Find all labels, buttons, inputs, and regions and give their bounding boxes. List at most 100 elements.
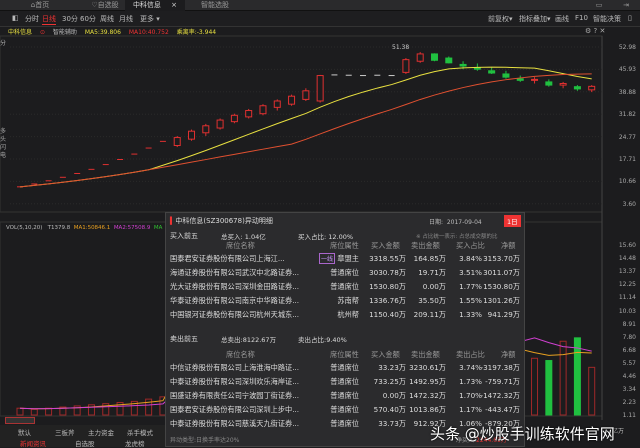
seat-attribute: 杭州帮 (337, 310, 359, 319)
candle-up (302, 90, 310, 100)
seat-attribute: 苏南帮 (337, 296, 359, 305)
seat-attribute: 普通席位 (330, 268, 359, 277)
buy-table-row[interactable]: 光大证券股份有限公司深圳金田路证券... 普通席位 1530.80万 0.00万 … (166, 280, 524, 293)
volume-tick: 15.60 (618, 242, 636, 249)
ratio-value: 1.17% (459, 405, 482, 414)
buy-amount: 33.23万 (378, 363, 406, 372)
column-header: 买入金额 (371, 241, 400, 250)
sell-amount: 1492.95万 (409, 377, 446, 386)
volume-tick: 2.23 (622, 399, 636, 407)
scroll-slider[interactable] (5, 417, 35, 424)
day-badge[interactable]: 1日 (504, 215, 521, 227)
buy-amount: 733.25万 (373, 377, 406, 386)
seat-tag-badge: 一线 (319, 253, 336, 264)
net-amount: 3153.70万 (483, 254, 520, 263)
ma-line (19, 66, 592, 188)
sell-ratio: 卖出占比:9.40% (298, 336, 347, 344)
volume-tick: 3.34 (622, 386, 636, 394)
column-header: 席位名称 (226, 241, 255, 250)
ratio-value: 3.74% (459, 363, 482, 372)
volume-tick: 5.57 (622, 359, 636, 367)
sell-header-row: 席位名称 席位属性 买入金额 卖出金额 卖出占比 净额 (166, 348, 524, 361)
volume-bar (16, 407, 24, 416)
seat-attribute: 普通席位 (330, 405, 359, 414)
column-header: 席位属性 (330, 350, 359, 359)
net-amount: -443.47万 (485, 405, 520, 414)
buy-table-row[interactable]: 海通证券股份有限公司武汉中北路证券... 普通席位 3030.78万 19.71万… (166, 266, 524, 279)
volume-tick: 1.11 (622, 412, 636, 420)
candle-up (245, 110, 253, 118)
seat-name: 光大证券股份有限公司深圳金田路证券... (170, 282, 300, 291)
sell-amount: 164.85万 (413, 254, 446, 263)
ratio-value: 1.77% (459, 282, 482, 291)
volume-header: VOL(5,10,20) T1379.8 MA1:50846.1 MA2:575… (6, 225, 163, 231)
volume-bar (145, 398, 153, 416)
price-tick: 31.82 (618, 111, 636, 119)
buy-table-row[interactable]: 华泰证券股份有限公司南京中华路证券... 苏南帮 1336.76万 35.50万 … (166, 294, 524, 307)
buy-amount: 570.40万 (373, 405, 406, 414)
column-header: 卖出金额 (411, 350, 440, 359)
sell-section-title: 卖出前五 (170, 335, 198, 343)
sell-total: 总卖出:8122.67万 (221, 336, 277, 344)
sell-table-row[interactable]: 中泰证券股份有限公司深圳欢乐海岸证... 普通席位 733.25万 1492.95… (166, 375, 524, 388)
candle-down (488, 70, 496, 74)
bottom-tabs: 默认 三板斧 主力资金 杀手模式 新闻资讯 自选股 龙虎榜 (0, 425, 165, 448)
column-header: 买入金额 (371, 350, 400, 359)
candle-up (259, 105, 267, 115)
tab-three-axes[interactable]: 三板斧 (55, 427, 75, 437)
buy-amount: 1150.40万 (369, 310, 406, 319)
seat-attribute: 普通席位 (330, 282, 359, 291)
seat-name: 中信证券股份有限公司上海淮海中路证... (170, 363, 300, 372)
volume-bar (573, 337, 581, 416)
sell-table-row[interactable]: 中信证券股份有限公司上海淮海中路证... 普通席位 33.23万 3230.61万… (166, 361, 524, 374)
buy-amount: 0.00万 (382, 391, 406, 400)
seat-attribute: 章盟主 (337, 254, 359, 263)
seat-attribute: 普通席位 (330, 377, 359, 386)
volume-tick: 13.37 (618, 268, 636, 276)
volume-tick: 11.14 (618, 294, 636, 302)
price-tick: 38.88 (618, 88, 636, 96)
candle-up (230, 114, 238, 123)
buy-table-row[interactable]: 中国银河证券股份有限公司杭州天城东... 杭州帮 1150.40万 209.11万… (166, 308, 524, 321)
net-amount: 3011.07万 (483, 268, 520, 277)
sell-amount: 209.11万 (413, 310, 446, 319)
price-tick: 24.77 (618, 133, 636, 141)
ratio-value: 3.51% (459, 268, 482, 277)
candle-down (430, 53, 438, 61)
candle-down (502, 73, 510, 78)
sell-amount: 3230.61万 (409, 363, 446, 372)
popup-title: ▍中科信息(SZ300678)异动明细 (170, 217, 273, 225)
seat-name: 国泰君安证券股份有限公司上海江... (170, 254, 285, 263)
volume-tick: 14.48 (618, 255, 636, 263)
buy-table-row[interactable]: 国泰君安证券股份有限公司上海江... 一线 章盟主 3318.55万 164.85万… (166, 252, 524, 265)
sell-table-row[interactable]: 国盛证券有限责任公司宁波园丁街证券... 普通席位 0.00万 1472.32万 … (166, 389, 524, 402)
buy-amount: 3318.55万 (369, 254, 406, 263)
candle-up (216, 119, 224, 129)
volume-bar (30, 408, 38, 416)
volume-tick: 8.91 (622, 320, 636, 328)
sell-amount: 35.50万 (418, 296, 446, 305)
candle-up (316, 75, 324, 102)
volume-bar (545, 360, 553, 416)
column-header: 买入占比 (456, 241, 485, 250)
volume-bar (588, 366, 596, 416)
price-panel-frame (0, 35, 603, 213)
candle-down (445, 57, 453, 64)
candle-up (531, 78, 539, 81)
candle-up (416, 53, 424, 62)
candle-down (516, 78, 524, 81)
ratio-value: 1.73% (459, 377, 482, 386)
seat-attribute: 普通席位 (330, 391, 359, 400)
price-tick: 45.93 (618, 66, 636, 74)
sell-table-row[interactable]: 国泰君安证券股份有限公司深圳上步中... 普通席位 570.40万 1013.86… (166, 403, 524, 416)
sell-amount: 1472.32万 (409, 391, 446, 400)
tab-default[interactable]: 默认 (18, 427, 31, 437)
candle-up (202, 125, 210, 134)
watermark: 头条 @炒股手训练软件官网 (430, 425, 615, 443)
tab-killer-mode[interactable]: 杀手模式 (127, 427, 153, 437)
tab-main-funds[interactable]: 主力资金 (88, 427, 114, 437)
volume-bar (87, 404, 95, 416)
seat-name: 中泰证券股份有限公司慈溪天九街证券... (170, 419, 300, 428)
column-header: 卖出金额 (411, 241, 440, 250)
volume-tick: 7.80 (622, 333, 636, 341)
